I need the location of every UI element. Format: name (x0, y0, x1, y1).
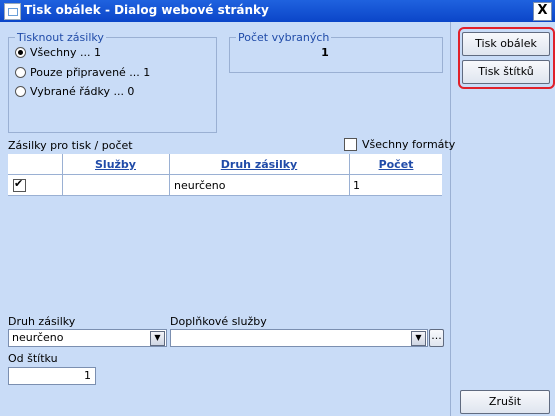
col-divider (169, 154, 170, 196)
chevron-down-icon[interactable]: ▼ (150, 331, 165, 346)
radio-dot[interactable] (15, 47, 26, 58)
count-value: 1 (321, 46, 329, 59)
radio-dot[interactable] (15, 86, 26, 97)
table-row[interactable]: neurčeno 1 (8, 175, 442, 196)
row-checkbox[interactable] (13, 177, 26, 192)
od-stitku-label: Od štítku (8, 352, 58, 365)
tisk-stitku-button[interactable]: Tisk štítků (462, 60, 550, 84)
radio-label: Všechny ... 1 (30, 46, 102, 59)
all-formats-label: Všechny formáty (362, 138, 456, 151)
table-header: Služby Druh zásilky Počet (8, 154, 442, 175)
zrusit-button[interactable]: Zrušit (460, 390, 550, 414)
tisk-obalek-button[interactable]: Tisk obálek (462, 32, 550, 56)
radio-vybrane[interactable]: Vybrané řádky ... 0 (15, 85, 134, 98)
panel-divider (450, 22, 451, 416)
od-stitku-input[interactable]: 1 (8, 367, 96, 385)
all-formats-box[interactable] (344, 138, 357, 151)
close-button[interactable]: X (533, 2, 552, 21)
druh-zasilky-select[interactable]: neurčeno ▼ (8, 329, 167, 347)
col-sluzby[interactable]: Služby (63, 158, 168, 171)
col-divider (62, 154, 63, 196)
row-pocet: 1 (353, 179, 360, 192)
druh-zasilky-label: Druh zásilky (8, 315, 76, 328)
count-group-title: Počet vybraných (236, 31, 332, 44)
radio-dot[interactable] (15, 67, 26, 78)
col-druh[interactable]: Druh zásilky (170, 158, 348, 171)
col-pocet[interactable]: Počet (350, 158, 442, 171)
doplnkove-select[interactable]: ▼ (170, 329, 428, 347)
row-druh: neurčeno (174, 179, 226, 192)
list-title: Zásilky pro tisk / počet (8, 139, 133, 152)
doplnkove-browse-button[interactable]: ... (429, 329, 444, 347)
col-divider (349, 154, 350, 196)
chevron-down-icon[interactable]: ▼ (411, 331, 426, 346)
shipments-table: Služby Druh zásilky Počet neurčeno 1 (8, 154, 442, 197)
radio-label: Pouze připravené ... 1 (30, 66, 151, 79)
title-bar: Tisk obálek - Dialog webové stránky X (0, 0, 555, 22)
radio-pripravene[interactable]: Pouze připravené ... 1 (15, 66, 150, 79)
tisk-group-title: Tisknout zásilky (15, 31, 106, 44)
window-title: Tisk obálek - Dialog webové stránky (24, 3, 269, 17)
all-formats-checkbox[interactable]: Všechny formáty (344, 138, 455, 151)
radio-label: Vybrané řádky ... 0 (30, 85, 135, 98)
od-stitku-value: 1 (84, 369, 91, 382)
count-group: Počet vybraných 1 (229, 31, 443, 73)
tisk-group: Tisknout zásilky Všechny ... 1 Pouze při… (8, 31, 217, 133)
doplnkove-label: Doplňkové služby (170, 315, 267, 328)
radio-vsechny[interactable]: Všechny ... 1 (15, 46, 101, 59)
druh-zasilky-value: neurčeno (12, 331, 64, 344)
window-icon (4, 3, 21, 20)
